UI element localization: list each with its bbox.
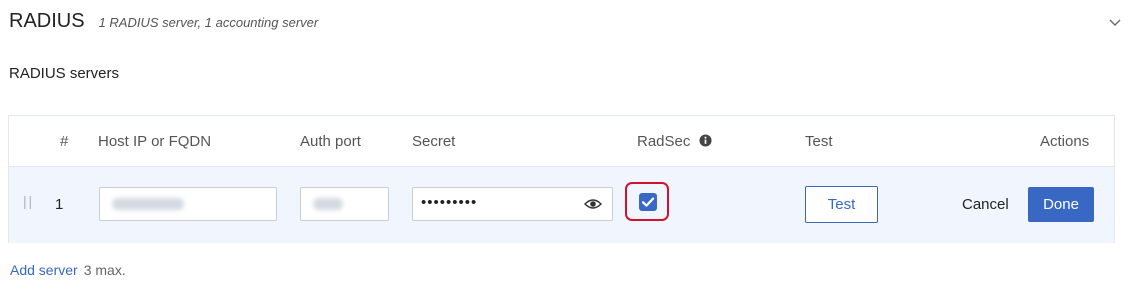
max-note: 3 max. (83, 262, 126, 278)
auth-port-input[interactable] (300, 187, 389, 221)
eye-icon[interactable] (584, 197, 602, 211)
section-title: RADIUS (9, 10, 85, 32)
col-actions: Actions (1040, 133, 1090, 150)
section-header: RADIUS 1 RADIUS server, 1 accounting ser… (9, 10, 318, 33)
col-radsec: RadSec (637, 133, 712, 150)
radsec-highlight (625, 182, 669, 221)
radius-servers-table: # Host IP or FQDN Auth port Secret RadSe… (8, 115, 1115, 243)
test-button[interactable]: Test (805, 186, 878, 223)
col-radsec-label: RadSec (637, 133, 691, 150)
row-index: 1 (55, 196, 64, 213)
info-icon[interactable] (699, 134, 712, 147)
drag-handle-icon[interactable]: | | (23, 193, 32, 209)
secret-value: ••••••••• (421, 194, 478, 211)
col-host: Host IP or FQDN (98, 133, 212, 150)
col-secret: Secret (412, 133, 456, 150)
auth-port-value-redacted (313, 198, 343, 210)
secret-input[interactable]: ••••••••• (412, 187, 613, 221)
footer: Add server 3 max. (10, 262, 126, 278)
col-test: Test (805, 133, 833, 150)
chevron-down-icon[interactable] (1107, 14, 1123, 30)
check-icon (641, 197, 655, 207)
host-value-redacted (112, 198, 184, 210)
table-row: | | 1 ••••••••• Test Cancel Done (9, 166, 1114, 243)
col-auth-port: Auth port (300, 133, 361, 150)
servers-heading: RADIUS servers (9, 65, 120, 82)
cancel-button[interactable]: Cancel (962, 196, 1009, 213)
radsec-checkbox[interactable] (639, 193, 657, 211)
table-header: # Host IP or FQDN Auth port Secret RadSe… (9, 116, 1114, 166)
col-index: # (60, 133, 69, 150)
host-input[interactable] (99, 187, 277, 221)
done-button[interactable]: Done (1028, 187, 1094, 222)
section-summary: 1 RADIUS server, 1 accounting server (98, 15, 319, 30)
add-server-link[interactable]: Add server (10, 262, 78, 278)
